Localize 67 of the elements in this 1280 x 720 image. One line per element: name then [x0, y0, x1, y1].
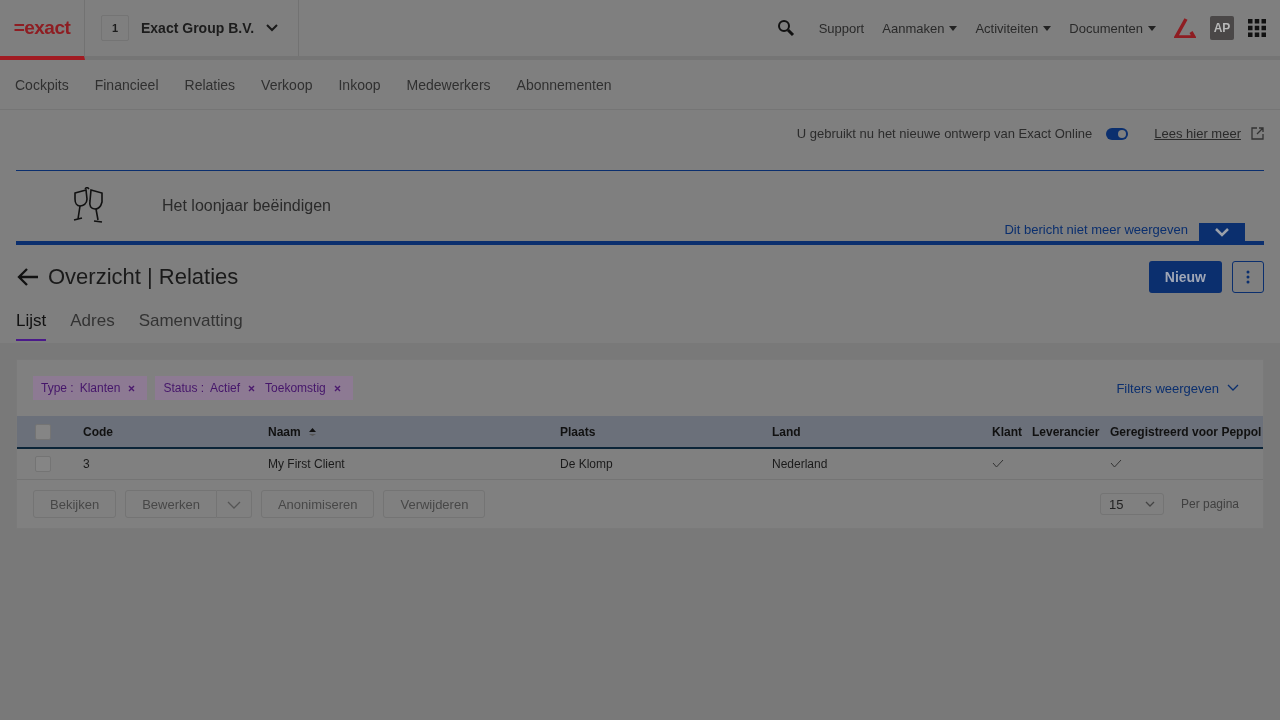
triangle-logo-icon[interactable] [1174, 18, 1196, 38]
page-title: Overzicht | Relaties [48, 264, 239, 290]
filter-value: Klanten [79, 381, 121, 395]
remove-filter-icon[interactable] [128, 384, 136, 392]
user-avatar[interactable]: AP [1210, 16, 1234, 40]
column-header[interactable]: Klant [992, 424, 1022, 439]
check-icon [1110, 459, 1122, 468]
table-cell: De Klomp [560, 457, 613, 471]
filter-label: Status : [163, 381, 205, 395]
table-cell[interactable]: My First Client [268, 457, 345, 471]
app-grid-icon[interactable] [1248, 19, 1266, 37]
search-icon[interactable] [776, 19, 795, 37]
dismiss-message-link[interactable]: Dit bericht niet meer weergeven [1004, 222, 1188, 237]
read-more-link[interactable]: Lees hier meer [1154, 126, 1241, 141]
remove-filter-icon[interactable] [333, 384, 341, 392]
check-icon [992, 459, 1004, 468]
new-button[interactable]: Nieuw [1148, 261, 1222, 293]
back-arrow-icon[interactable] [16, 267, 40, 287]
column-header[interactable]: Naam [268, 424, 301, 439]
remove-filter-icon[interactable] [248, 384, 256, 392]
column-header[interactable]: Geregistreerd voor Peppol [1110, 424, 1262, 439]
external-link-icon[interactable] [1251, 127, 1264, 140]
nav-menu-item[interactable]: Verkoop [261, 76, 313, 93]
design-toggle[interactable] [1106, 127, 1129, 140]
view-tab[interactable]: Samenvatting [138, 311, 243, 341]
sort-icon[interactable] [308, 427, 316, 436]
header-menu-link[interactable]: Documenten [1069, 20, 1156, 36]
filter-value: Toekomstig [265, 381, 326, 395]
header-menu-link[interactable]: Support [818, 20, 865, 36]
collapse-button[interactable] [1199, 223, 1245, 241]
action-button[interactable]: Bekijken [33, 490, 117, 518]
per-page-label: Per pagina [1180, 497, 1239, 511]
exact-logo[interactable]: =exact [13, 17, 71, 39]
company-number: 1 [101, 15, 129, 41]
filter-value: Actief [210, 381, 241, 395]
chevron-down-icon[interactable] [1227, 384, 1239, 392]
company-name[interactable]: Exact Group B.V. [141, 20, 255, 36]
chevron-down-icon[interactable] [266, 24, 279, 32]
design-notice-text: U gebruikt nu het nieuwe ontwerp van Exact Online [796, 126, 1093, 141]
table-cell: 3 [83, 457, 90, 471]
chevron-down-icon[interactable] [1214, 227, 1230, 237]
column-header[interactable]: Leverancier [1032, 424, 1100, 439]
filter-label: Type : [41, 381, 74, 395]
chevron-down-icon[interactable] [1144, 501, 1155, 507]
nav-menu-item[interactable]: Financieel [94, 76, 159, 93]
select-all-checkbox[interactable] [35, 423, 51, 440]
banner-title: Het loonjaar beëindigen [162, 197, 331, 215]
view-tab[interactable]: Adres [70, 311, 115, 341]
action-button[interactable]: Verwijderen [383, 490, 486, 518]
header-menu-link[interactable]: Activiteiten [975, 20, 1052, 36]
nav-menu-item[interactable]: Cockpits [15, 76, 69, 93]
more-options-button[interactable] [1232, 261, 1264, 293]
action-button[interactable]: Anonimiseren [260, 490, 375, 518]
nav-menu-item[interactable]: Inkoop [338, 76, 381, 93]
column-header[interactable]: Plaats [560, 424, 596, 439]
column-header[interactable]: Land [772, 424, 801, 439]
nav-menu-item[interactable]: Abonnementen [516, 76, 612, 93]
page-size-select[interactable]: 15 [1099, 493, 1164, 515]
kebab-menu-icon[interactable] [1246, 270, 1250, 284]
column-header[interactable]: Code [83, 424, 113, 439]
view-tab[interactable]: Lijst [16, 311, 47, 341]
action-button[interactable]: Bewerken [125, 490, 217, 518]
nav-menu-item[interactable]: Relaties [184, 76, 236, 93]
show-filters-link[interactable]: Filters weergeven [1116, 380, 1219, 396]
header-menu-link[interactable]: Aanmaken [882, 20, 958, 36]
nav-menu-item[interactable]: Medewerkers [406, 76, 491, 93]
table-cell: Nederland [772, 457, 828, 471]
